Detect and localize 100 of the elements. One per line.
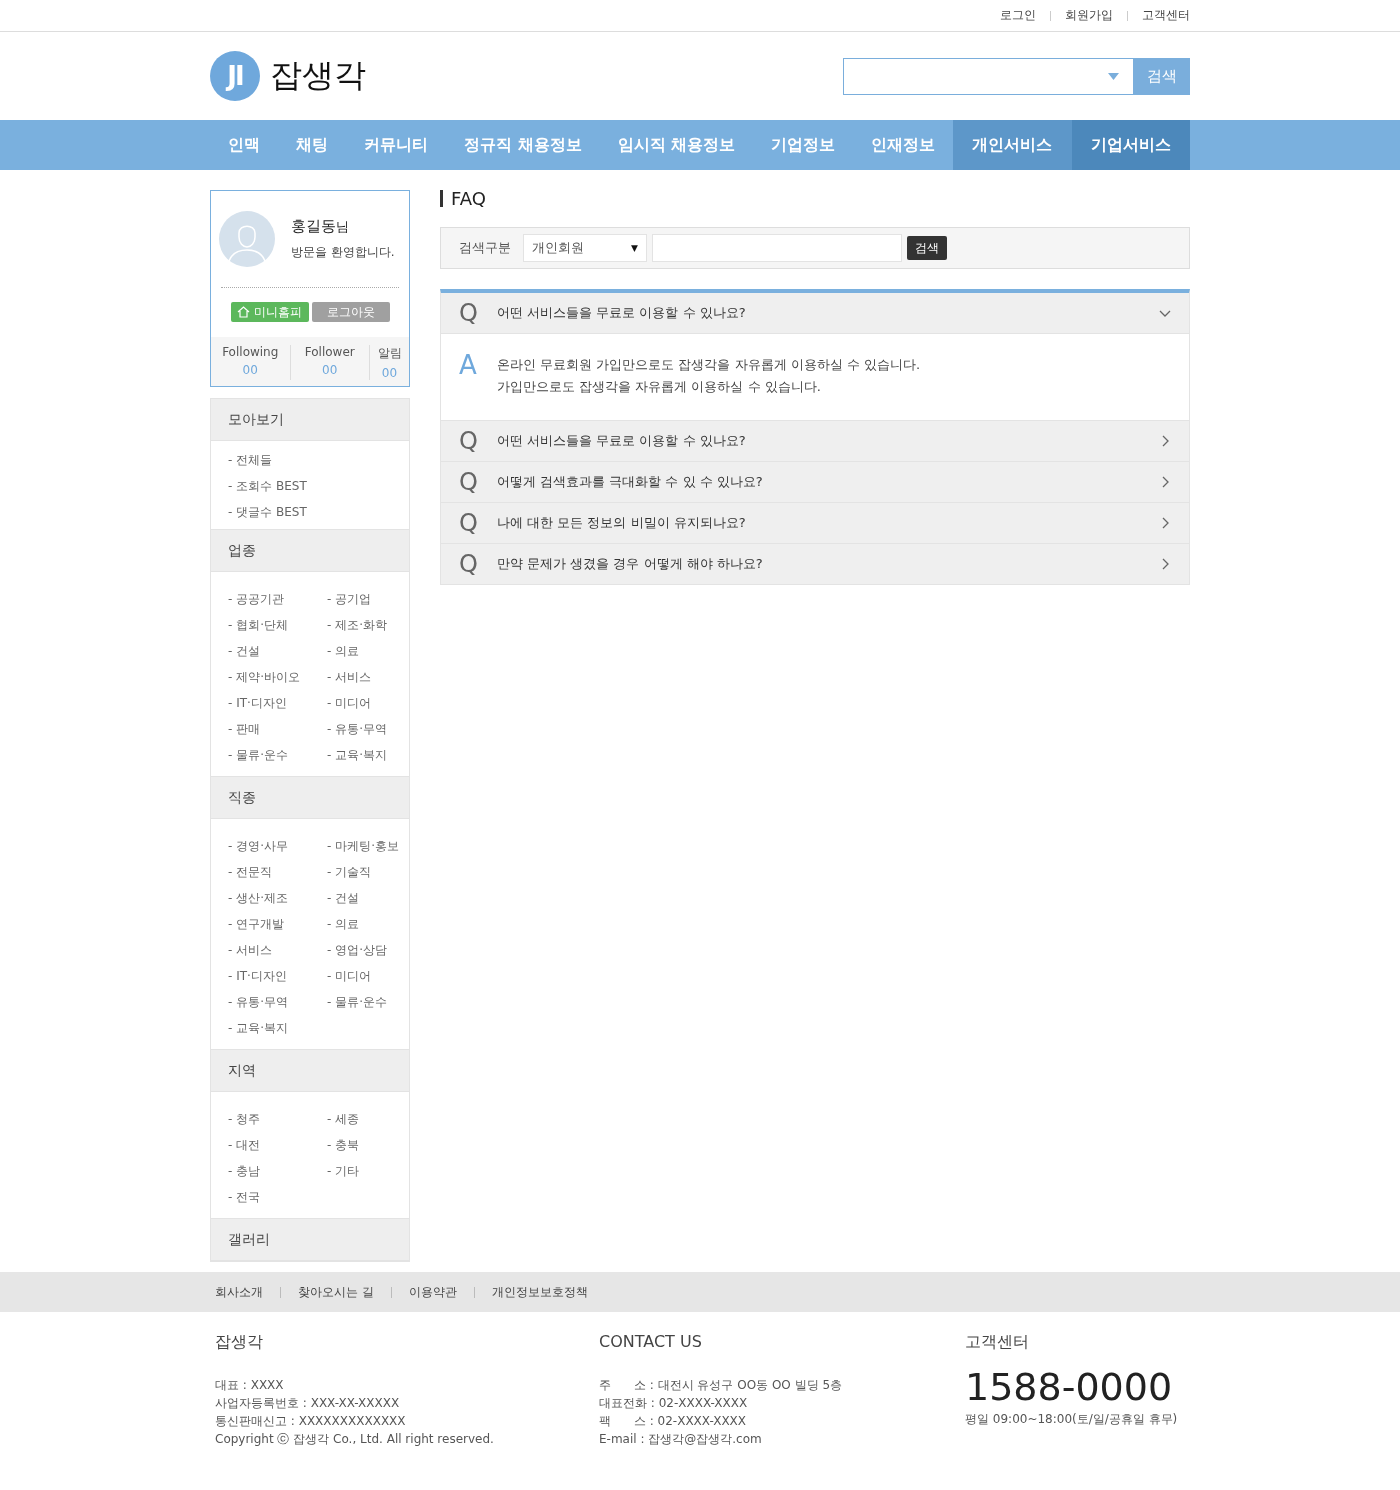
question-text: 어떤 서비스들을 무료로 이용할 수 있나요? [497, 304, 747, 322]
footer-text: 대표전화 : 02-XXXX-XXXX [599, 1395, 749, 1412]
sidebar-link[interactable]: - 경영·사무 [228, 833, 327, 859]
sidebar-link[interactable]: - 공공기관 [228, 586, 327, 612]
sidebar-link[interactable]: - 댓글수 BEST [228, 499, 399, 525]
dropdown-caret-icon [1108, 72, 1119, 80]
answer-text: 온라인 무료회원 가입만으로도 잡생각을 자유롭게 이용하실 수 있습니다. [497, 356, 921, 374]
sidebar-link[interactable]: - IT·디자인 [228, 690, 327, 716]
top-link[interactable]: 회원가입 [1051, 7, 1113, 24]
footer-link[interactable]: 회사소개 [215, 1283, 263, 1301]
footer-link[interactable]: 찾아오시는 길 [298, 1283, 374, 1301]
sidebar-link[interactable]: - 전문직 [228, 859, 327, 885]
nav-item[interactable]: 기업서비스 [1071, 120, 1190, 170]
answer-mark: A [459, 352, 478, 382]
footer-title: 잡생각 [215, 1332, 264, 1353]
sidebar-link[interactable]: - 물류·운수 [228, 742, 327, 768]
question-text: 어떻게 검색효과를 극대화할 수 있 수 있나요? [497, 473, 764, 491]
sidebar-link[interactable]: - 교육·복지 [327, 742, 399, 768]
sidebar-link[interactable]: - 서비스 [228, 937, 327, 963]
faq-question[interactable]: Q 어떻게 검색효과를 극대화할 수 있 수 있나요? [441, 462, 1189, 503]
logo-text: 잡생각 [270, 55, 366, 96]
question-mark: Q [459, 299, 479, 327]
sidebar-link[interactable]: - 기타 [327, 1158, 399, 1184]
greeting-text: 방문을 환영합니다. [291, 244, 395, 261]
footer-text: 주 소 : 대전시 유성구 OO동 OO 빌딩 5층 [599, 1377, 844, 1394]
page-title: FAQ [440, 190, 1190, 207]
caret-icon: ▼ [631, 243, 638, 253]
sidebar-link[interactable]: - 협회·단체 [228, 612, 327, 638]
logo-mark: JI [210, 51, 260, 101]
sidebar-link[interactable]: - 공기업 [327, 586, 399, 612]
footer-text: Copyright ⓒ 잡생각 Co., Ltd. All right reserved. [215, 1431, 495, 1448]
sidebar-link[interactable]: - 연구개발 [228, 911, 327, 937]
section-title[interactable]: 모아보기 [211, 399, 409, 441]
section-title[interactable]: 지역 [211, 1050, 409, 1092]
section-title[interactable]: 직종 [211, 777, 409, 819]
footer-text: 대표 : XXXX [215, 1377, 285, 1394]
question-text: 만약 문제가 생겼을 경우 어떻게 해야 하나요? [497, 555, 764, 573]
footer-link[interactable]: 개인정보보호정책 [491, 1283, 588, 1301]
section-title[interactable]: 갤러리 [211, 1219, 409, 1261]
stat-label: Following [221, 345, 280, 359]
sidebar-link[interactable]: - 건설 [327, 885, 399, 911]
sidebar-link[interactable]: - 조회수 BEST [228, 473, 399, 499]
sidebar-link[interactable]: - 물류·운수 [327, 989, 399, 1015]
home-icon [237, 306, 250, 318]
sidebar-link[interactable]: - 청주 [228, 1106, 327, 1132]
search-field[interactable] [843, 57, 1134, 95]
question-mark: Q [459, 468, 479, 496]
top-link[interactable]: 로그인 [986, 7, 1036, 24]
sidebar-link[interactable]: - 유통·무역 [228, 989, 327, 1015]
category-select[interactable]: 개인회원 ▼ [523, 234, 647, 262]
question-mark: Q [459, 550, 479, 578]
answer-text: 가입만으로도 잡생각을 자유롭게 이용하실 수 있습니다. [497, 378, 822, 396]
sidebar-link[interactable]: - 전국 [228, 1184, 327, 1210]
top-link[interactable]: 고객센터 [1128, 7, 1190, 24]
sidebar-link[interactable]: - 서비스 [327, 664, 399, 690]
user-name: 홍길동님 [291, 217, 350, 236]
sidebar-link[interactable]: - 대전 [228, 1132, 327, 1158]
sidebar-link[interactable]: - 교육·복지 [228, 1015, 327, 1041]
sidebar-link[interactable]: - 제조·화학 [327, 612, 399, 638]
footer-link[interactable]: 이용약관 [408, 1283, 457, 1301]
sidebar-link[interactable]: - IT·디자인 [228, 963, 327, 989]
footer-text: E-mail : 잡생각@잡생각.com [599, 1431, 763, 1448]
sidebar-link[interactable]: - 유통·무역 [327, 716, 399, 742]
faq-question[interactable]: Q 어떤 서비스들을 무료로 이용할 수 있나요? [441, 421, 1189, 462]
stat-label: 알림 [376, 345, 403, 362]
stat-label: Follower [303, 345, 356, 359]
faq-question[interactable]: Q 만약 문제가 생겼을 경우 어떻게 해야 하나요? [441, 544, 1189, 585]
sidebar-link[interactable]: - 충남 [228, 1158, 327, 1184]
footer-text: 통신판매신고 : XXXXXXXXXXXXX [215, 1413, 407, 1430]
faq-question[interactable]: Q 나에 대한 모든 정보의 비밀이 유지되나요? [441, 503, 1189, 544]
footer-text: 팩 스 : 02-XXXX-XXXX [599, 1413, 748, 1430]
avatar-icon [219, 211, 275, 267]
sidebar-link[interactable]: - 충북 [327, 1132, 399, 1158]
sidebar-link[interactable]: - 미디어 [327, 690, 399, 716]
sidebar-link[interactable]: - 제약·바이오 [228, 664, 327, 690]
sidebar-link[interactable]: - 미디어 [327, 963, 399, 989]
section-title[interactable]: 업종 [211, 530, 409, 572]
keyword-input[interactable] [652, 234, 902, 262]
sidebar-link[interactable]: - 전체들 [228, 447, 399, 473]
question-mark: Q [459, 509, 479, 537]
sidebar-link[interactable]: - 판매 [228, 716, 327, 742]
sidebar-link[interactable]: - 기술직 [327, 859, 399, 885]
question-mark: Q [459, 427, 479, 455]
filter-label: 검색구분 [459, 239, 511, 257]
question-text: 어떤 서비스들을 무료로 이용할 수 있나요? [497, 432, 747, 450]
faq-question[interactable]: Q 어떤 서비스들을 무료로 이용할 수 있나요? [441, 293, 1189, 334]
footer-text: 사업자등록번호 : XXX-XX-XXXXX [215, 1395, 401, 1412]
footer-text: 평일 09:00~18:00(토/일/공휴일 휴무) [965, 1411, 1179, 1428]
sidebar-link[interactable]: - 영업·상담 [327, 937, 399, 963]
sidebar-link[interactable]: - 세종 [327, 1106, 399, 1132]
footer-title: 고객센터 [965, 1332, 1030, 1353]
sidebar-link[interactable]: - 생산·제조 [228, 885, 327, 911]
sidebar-link[interactable]: - 건설 [228, 638, 327, 664]
sidebar-link[interactable]: - 마케팅·홍보 [327, 833, 399, 859]
footer-title: CONTACT US [599, 1332, 703, 1353]
phone-number: 1588-0000 [965, 1368, 1174, 1406]
search-button[interactable]: 검색 [907, 236, 947, 260]
sidebar-link[interactable]: - 의료 [327, 911, 399, 937]
sidebar-link[interactable]: - 의료 [327, 638, 399, 664]
question-text: 나에 대한 모든 정보의 비밀이 유지되나요? [497, 514, 747, 532]
